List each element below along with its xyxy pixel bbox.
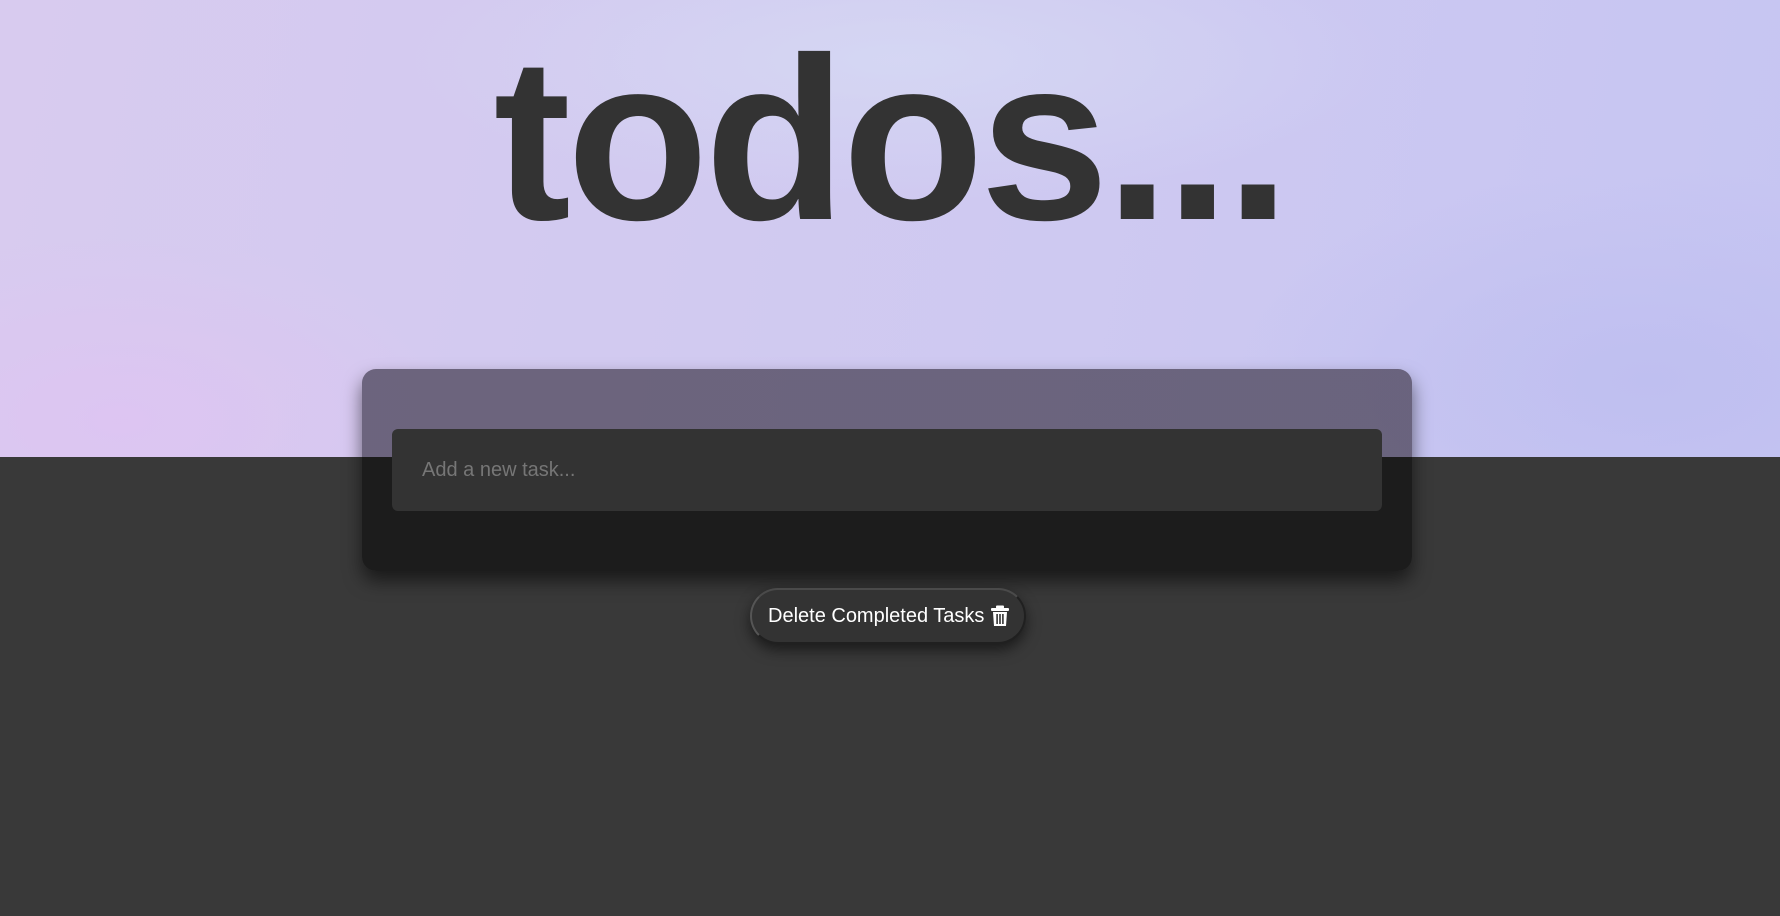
trash-icon <box>990 605 1010 627</box>
todo-app: todos... Delete Completed Tasks <box>0 0 1780 916</box>
page-title: todos... <box>493 10 1291 269</box>
new-task-input[interactable] <box>392 429 1382 511</box>
delete-completed-button[interactable]: Delete Completed Tasks <box>750 588 1027 644</box>
task-card <box>362 369 1412 571</box>
delete-completed-label: Delete Completed Tasks <box>768 604 985 627</box>
